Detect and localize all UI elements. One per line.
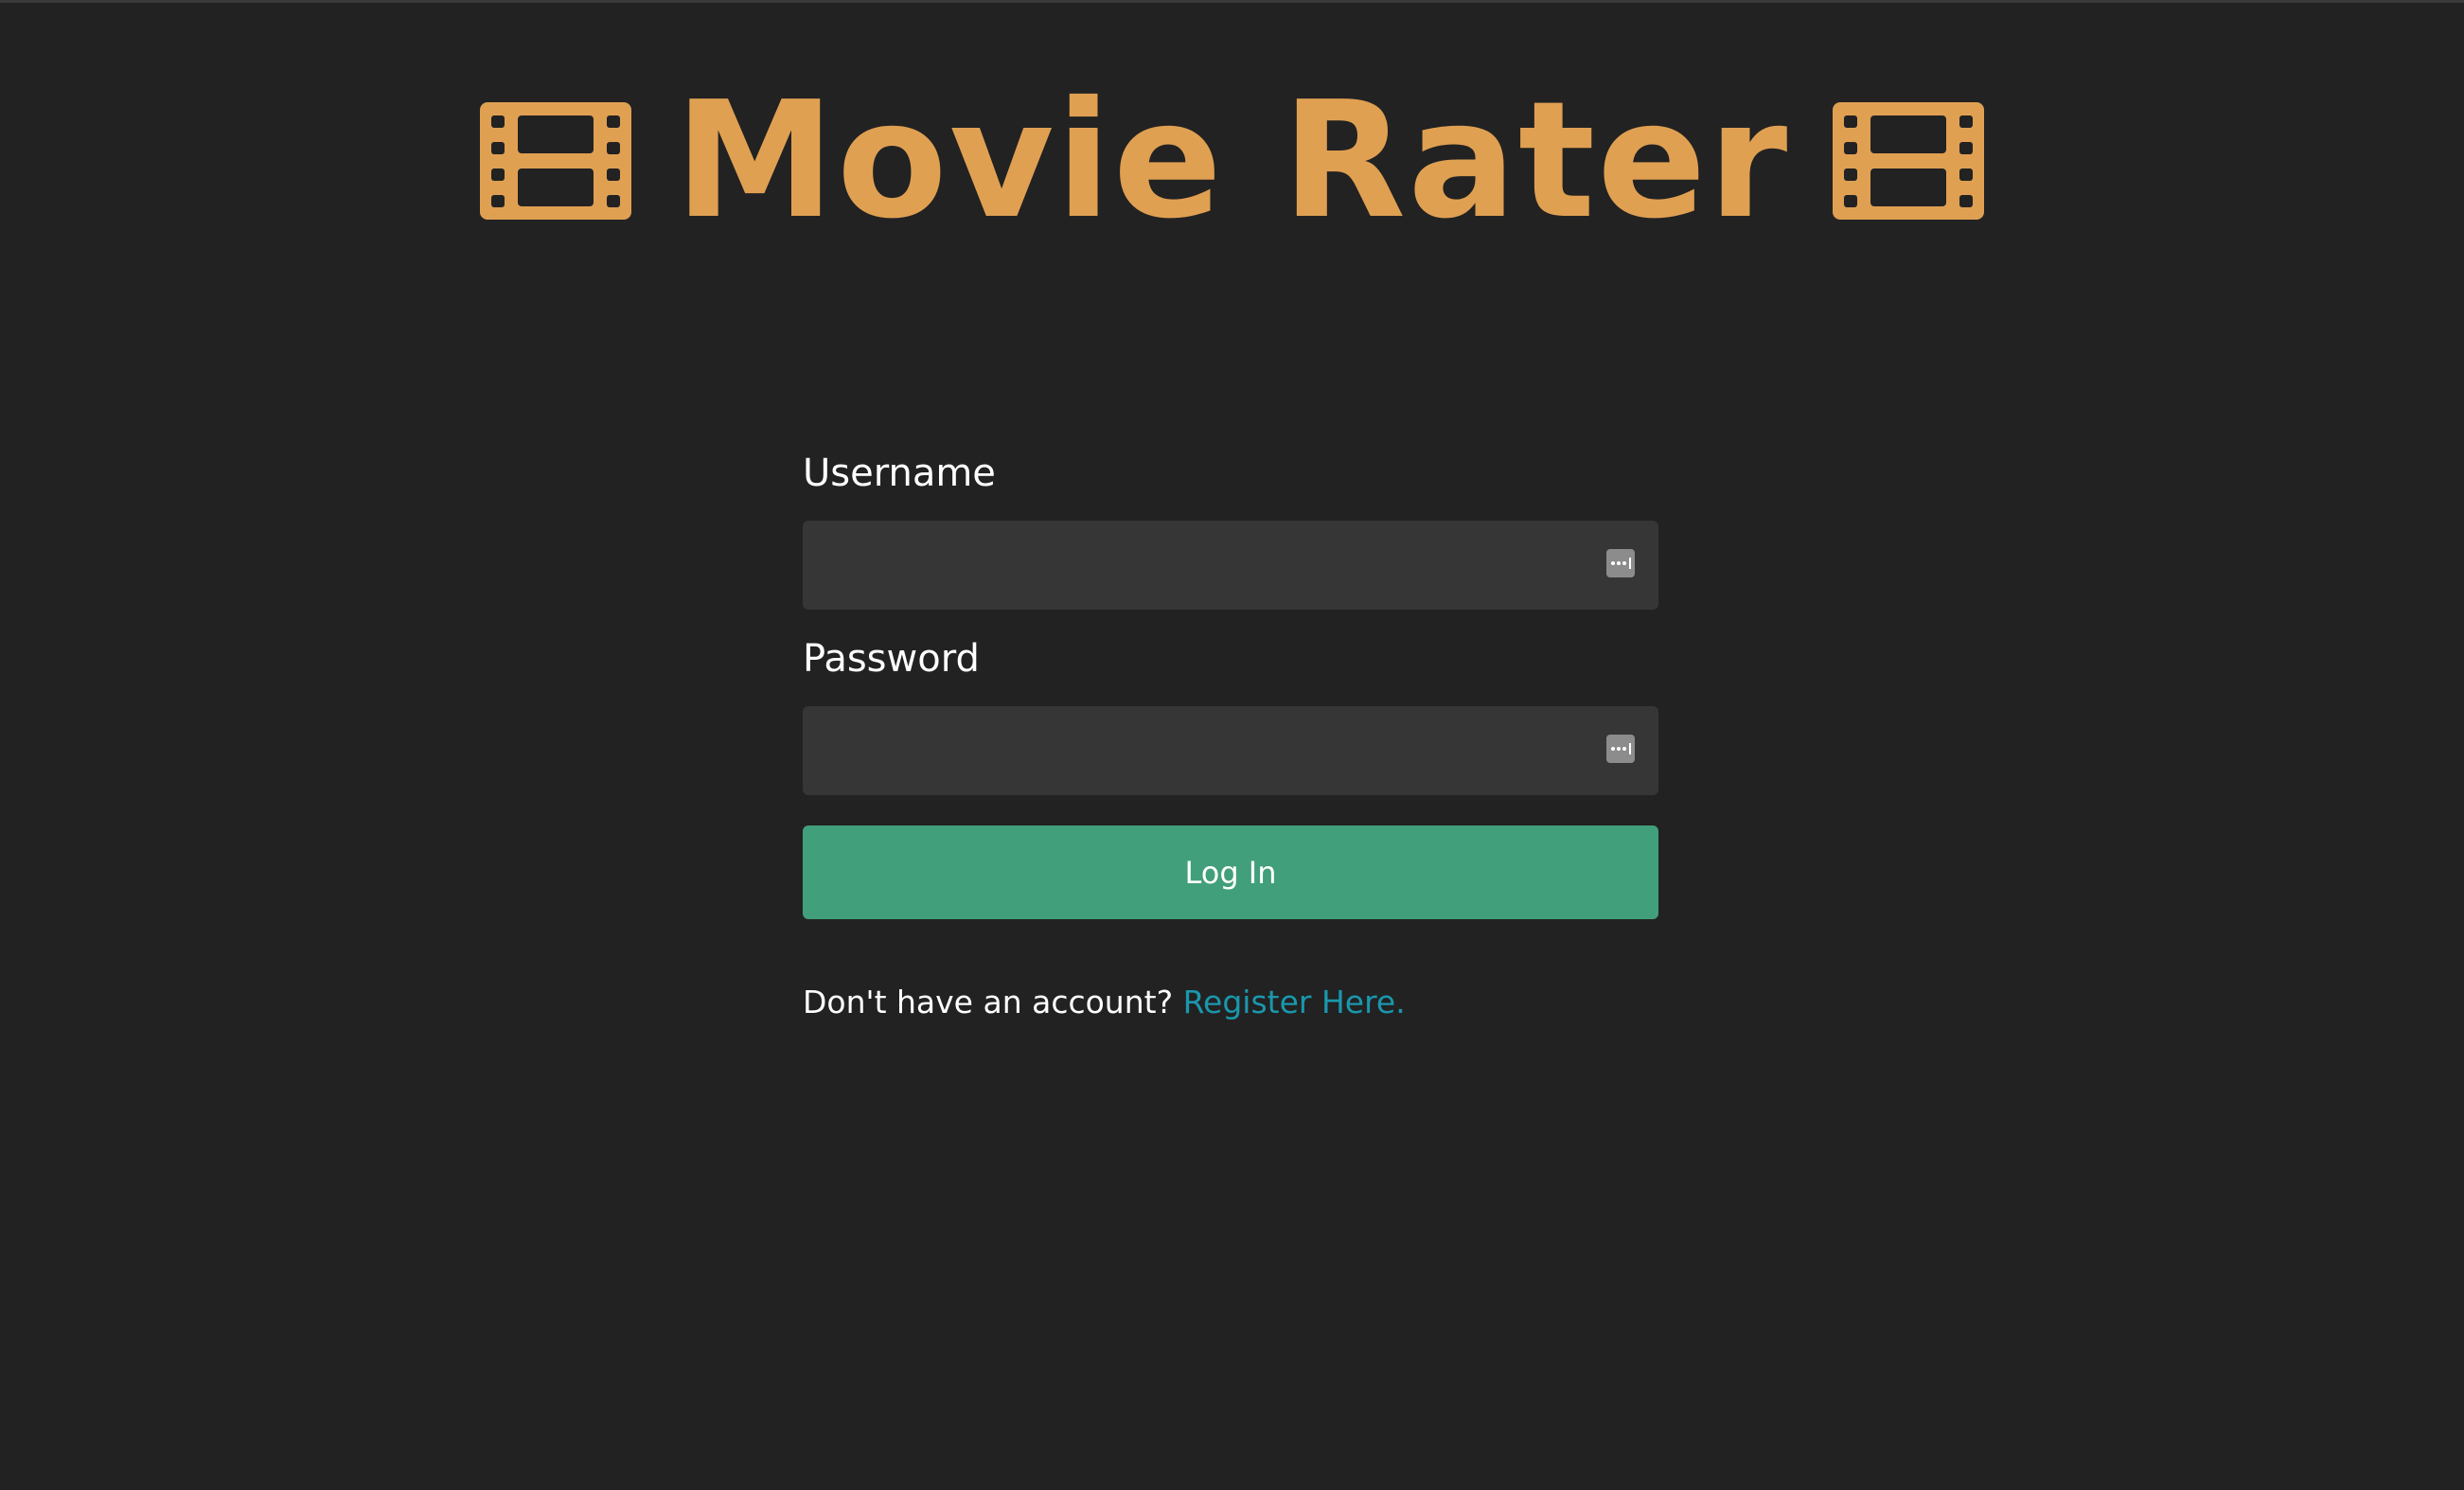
- username-label: Username: [803, 452, 996, 495]
- film-icon: [1833, 102, 1985, 220]
- password-field-container: [803, 706, 1658, 795]
- username-input[interactable]: [803, 521, 1658, 610]
- register-prompt: Don't have an account?: [803, 984, 1174, 1020]
- film-icon: [479, 102, 631, 220]
- password-manager-icon[interactable]: [1606, 549, 1635, 577]
- login-button[interactable]: Log In: [803, 825, 1658, 919]
- password-label: Password: [803, 637, 980, 681]
- register-link[interactable]: Register Here.: [1183, 984, 1406, 1020]
- password-manager-icon[interactable]: [1606, 735, 1635, 763]
- password-input[interactable]: [803, 706, 1658, 795]
- window-top-edge: [0, 0, 2464, 3]
- login-form: Username Password Log In Don't have an a…: [803, 454, 1658, 1020]
- app-header: Movie Rater: [0, 66, 2464, 256]
- password-block: Password: [803, 640, 1658, 795]
- register-prompt-line: Don't have an account? Register Here.: [803, 984, 1658, 1020]
- username-field-container: [803, 521, 1658, 610]
- app-title: Movie Rater: [674, 67, 1790, 255]
